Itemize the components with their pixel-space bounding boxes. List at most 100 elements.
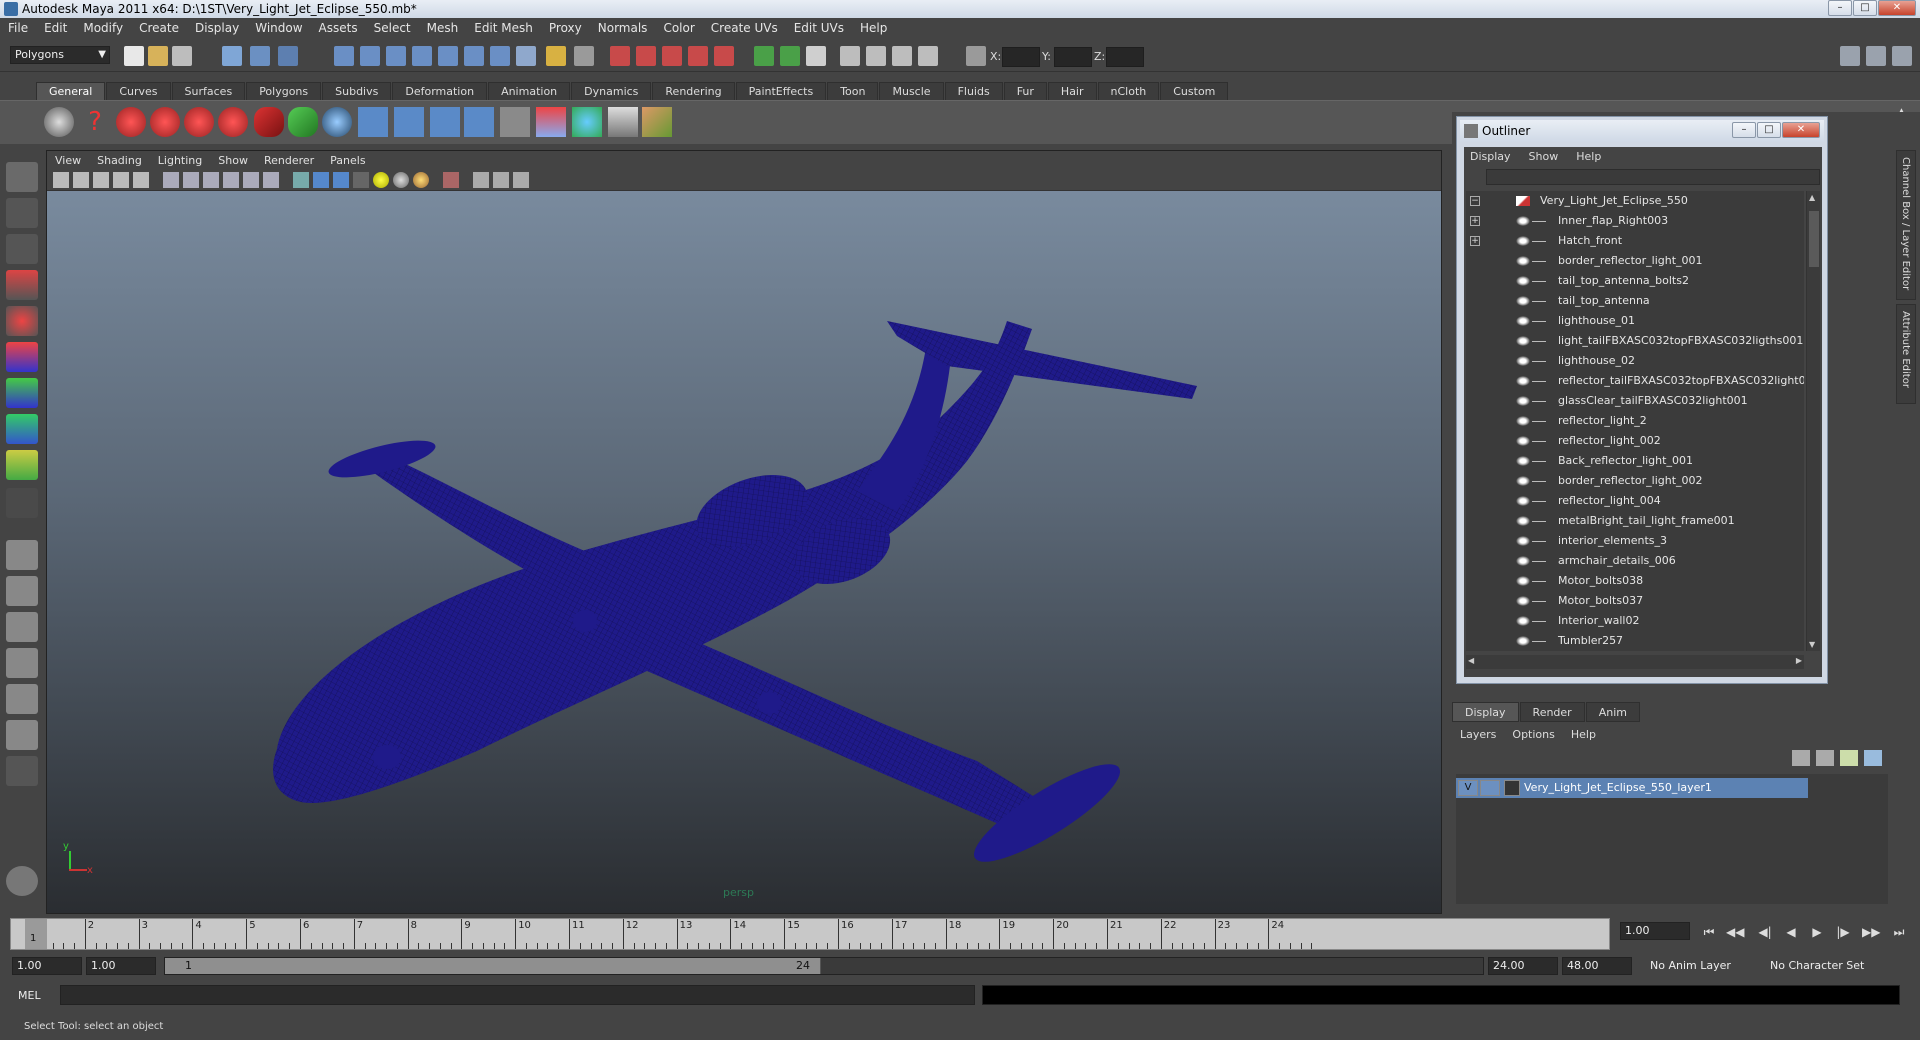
perspective-viewport[interactable]: View Shading Lighting Show Renderer Pane… bbox=[46, 150, 1442, 914]
layer-tab-anim[interactable]: Anim bbox=[1585, 702, 1640, 722]
expand-icon[interactable]: + bbox=[1470, 216, 1480, 226]
persp-outliner-layout-icon[interactable] bbox=[6, 612, 38, 642]
playback-end-field[interactable]: 24.00 bbox=[1488, 957, 1558, 975]
new-layer-selected-icon[interactable] bbox=[1864, 750, 1882, 766]
ipr-render-icon[interactable] bbox=[636, 46, 656, 66]
close-button[interactable]: ✕ bbox=[1878, 0, 1916, 16]
persp-graph-layout-icon[interactable] bbox=[6, 648, 38, 678]
outliner-item[interactable]: Tumbler257 bbox=[1466, 631, 1804, 651]
toggle-sidebar-icon[interactable] bbox=[780, 46, 800, 66]
curl-icon[interactable] bbox=[254, 107, 284, 137]
input-output-icon[interactable] bbox=[754, 46, 774, 66]
command-language-label[interactable]: MEL bbox=[18, 989, 41, 1002]
menu-create-uvs[interactable]: Create UVs bbox=[703, 21, 786, 35]
outliner-root-item[interactable]: − Very_Light_Jet_Eclipse_550 bbox=[1466, 191, 1804, 211]
attribute-editor-icon[interactable] bbox=[840, 46, 860, 66]
outliner-item[interactable]: reflector_light_2 bbox=[1466, 411, 1804, 431]
single-perspective-layout-icon[interactable] bbox=[6, 540, 38, 570]
outliner-close-button[interactable]: ✕ bbox=[1782, 122, 1820, 138]
menu-display[interactable]: Display bbox=[187, 21, 247, 35]
shelf-tab-muscle[interactable]: Muscle bbox=[879, 82, 944, 100]
soft-modification-icon[interactable] bbox=[6, 414, 38, 444]
scroll-up-icon[interactable]: ▲ bbox=[1809, 193, 1815, 202]
script-reel-icon[interactable] bbox=[116, 107, 146, 137]
shelf-tab-hair[interactable]: Hair bbox=[1047, 82, 1097, 100]
outliner-item[interactable]: Interior_wall02 bbox=[1466, 611, 1804, 631]
select-object-icon[interactable] bbox=[250, 46, 270, 66]
render-view-icon[interactable] bbox=[714, 46, 734, 66]
outliner-item[interactable]: light_tailFBXASC032topFBXASC032ligths001 bbox=[1466, 331, 1804, 351]
jet-wireframe-model[interactable] bbox=[47, 151, 1442, 914]
shelf-tab-general[interactable]: General bbox=[36, 82, 106, 100]
outliner-item[interactable]: metalBright_tail_light_frame001 bbox=[1466, 511, 1804, 531]
menu-assets[interactable]: Assets bbox=[311, 21, 366, 35]
outliner-maximize-button[interactable]: □ bbox=[1757, 122, 1781, 138]
play-forwards-icon[interactable]: ▶ bbox=[1808, 924, 1826, 940]
maximize-button[interactable]: □ bbox=[1853, 0, 1877, 16]
range-slider-thumb[interactable]: 1 24 bbox=[165, 958, 821, 974]
shelf-tab-custom[interactable]: Custom bbox=[1160, 82, 1229, 100]
animation-end-field[interactable]: 48.00 bbox=[1562, 957, 1632, 975]
expand-icon[interactable]: + bbox=[1470, 236, 1480, 246]
snap-plane-icon[interactable] bbox=[412, 46, 432, 66]
outliner-minimize-button[interactable]: – bbox=[1732, 122, 1756, 138]
outliner-item[interactable]: interior_elements_3 bbox=[1466, 531, 1804, 551]
channel-box-layer-editor-tab[interactable]: Channel Box / Layer Editor bbox=[1896, 150, 1916, 300]
menu-select[interactable]: Select bbox=[366, 21, 419, 35]
outliner-menu-show[interactable]: Show bbox=[1529, 150, 1559, 163]
question-icon[interactable]: ? bbox=[80, 107, 110, 137]
outliner-item[interactable]: + Hatch_front bbox=[1466, 231, 1804, 251]
shelf-tab-fur[interactable]: Fur bbox=[1003, 82, 1047, 100]
help-query-icon[interactable] bbox=[516, 46, 536, 66]
outliner-item[interactable]: tail_top_antenna_bolts2 bbox=[1466, 271, 1804, 291]
outliner-item[interactable]: border_reflector_light_001 bbox=[1466, 251, 1804, 271]
show-channel-box-icon[interactable] bbox=[1892, 46, 1912, 66]
layer-row[interactable]: V Very_Light_Jet_Eclipse_550_layer1 bbox=[1456, 778, 1808, 798]
current-frame-indicator[interactable]: 1 bbox=[25, 919, 47, 949]
python-reel-icon[interactable] bbox=[184, 107, 214, 137]
outliner-menu-help[interactable]: Help bbox=[1576, 150, 1601, 163]
shelf-tab-toon[interactable]: Toon bbox=[827, 82, 879, 100]
shelf-tab-dynamics[interactable]: Dynamics bbox=[571, 82, 652, 100]
move-tool-icon[interactable] bbox=[6, 270, 38, 300]
outliner-item[interactable]: Motor_bolts037 bbox=[1466, 591, 1804, 611]
blend-shape-icon[interactable] bbox=[536, 107, 566, 137]
uv-layout-icon[interactable] bbox=[6, 720, 38, 750]
menu-mesh[interactable]: Mesh bbox=[419, 21, 467, 35]
graph-icon[interactable] bbox=[500, 107, 530, 137]
range-slider[interactable]: 1 24 bbox=[164, 957, 1484, 975]
hypershade-layout-icon[interactable] bbox=[6, 684, 38, 714]
step-back-frame-icon[interactable]: ◀| bbox=[1756, 924, 1774, 940]
render-frame-icon[interactable] bbox=[610, 46, 630, 66]
time-slider[interactable]: 1234567891011121314151617181920212223241 bbox=[10, 918, 1610, 950]
step-forward-frame-icon[interactable]: |▶ bbox=[1834, 924, 1852, 940]
show-tool-settings-icon[interactable] bbox=[1866, 46, 1886, 66]
snap-curve-icon[interactable] bbox=[360, 46, 380, 66]
snap-live-icon[interactable] bbox=[464, 46, 484, 66]
menu-window[interactable]: Window bbox=[247, 21, 310, 35]
universal-manipulator-icon[interactable] bbox=[6, 378, 38, 408]
minimize-button[interactable]: – bbox=[1828, 0, 1852, 16]
cluster-icon[interactable] bbox=[608, 107, 638, 137]
rotate-tool-icon[interactable] bbox=[6, 306, 38, 336]
outliner-item[interactable]: armchair_details_006 bbox=[1466, 551, 1804, 571]
show-manipulator-icon[interactable] bbox=[6, 450, 38, 480]
construction-history-icon[interactable] bbox=[574, 46, 594, 66]
outliner-item[interactable]: Back_reflector_light_001 bbox=[1466, 451, 1804, 471]
snap-view-icon[interactable] bbox=[490, 46, 510, 66]
joint-icon[interactable] bbox=[358, 107, 388, 137]
command-input[interactable] bbox=[60, 985, 975, 1005]
animation-start-field[interactable]: 1.00 bbox=[12, 957, 82, 975]
outliner-search-input[interactable] bbox=[1486, 169, 1820, 185]
menu-normals[interactable]: Normals bbox=[590, 21, 656, 35]
step-forward-key-icon[interactable]: ▶▶ bbox=[1862, 924, 1880, 940]
layer-menu-options[interactable]: Options bbox=[1512, 728, 1554, 741]
tool-settings-icon[interactable] bbox=[866, 46, 886, 66]
sphere-icon[interactable] bbox=[322, 107, 352, 137]
toggle-panel-icon[interactable] bbox=[806, 46, 826, 66]
layout-more-icon[interactable] bbox=[6, 756, 38, 786]
scroll-left-icon[interactable]: ◀ bbox=[1468, 656, 1474, 665]
outliner-menu-display[interactable]: Display bbox=[1470, 150, 1511, 163]
bind-skin-icon[interactable] bbox=[430, 107, 460, 137]
outliner-item[interactable]: tail_top_antenna bbox=[1466, 291, 1804, 311]
